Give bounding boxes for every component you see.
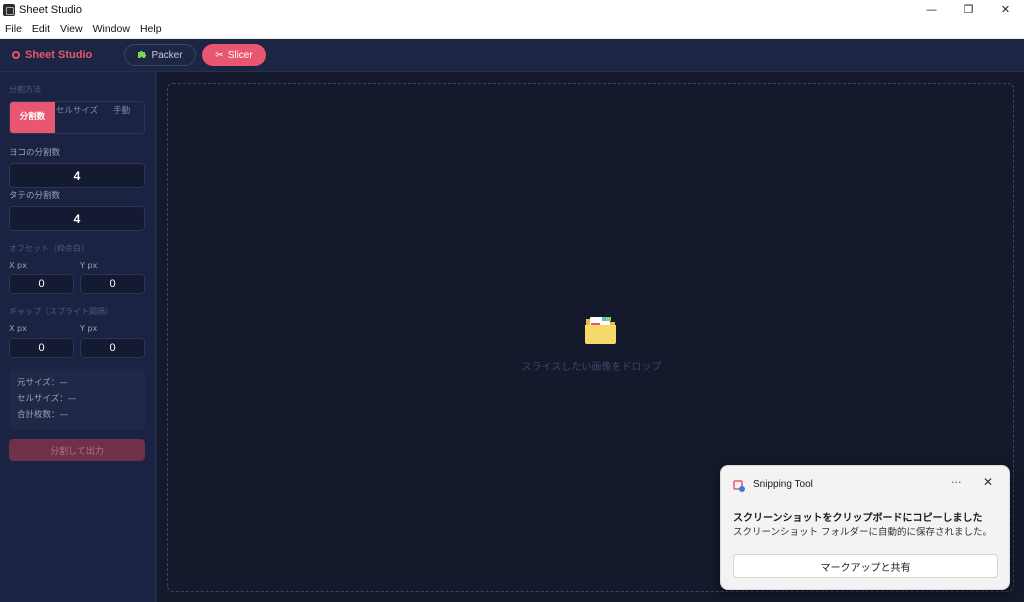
packer-mode-label: Packer xyxy=(151,49,183,61)
snipping-tool-notification: Snipping Tool ··· ✕ スクリーンショットをクリップボードにコピ… xyxy=(720,465,1010,590)
markup-share-button[interactable]: マークアップと共有 xyxy=(733,554,998,578)
app-icon xyxy=(3,3,15,16)
app-header: Sheet Studio Packer ✂ Slicer xyxy=(0,39,1024,72)
minimize-button[interactable]: — xyxy=(913,0,950,19)
title-bar: Sheet Studio — ❐ ✕ xyxy=(0,0,1024,19)
menu-window[interactable]: Window xyxy=(88,23,135,35)
slicer-mode-label: Slicer xyxy=(227,49,253,61)
notification-app-name: Snipping Tool xyxy=(753,479,813,490)
export-slices-button[interactable]: 分割して出力 xyxy=(9,439,145,461)
brand: Sheet Studio xyxy=(12,49,112,61)
offset-x-input[interactable]: 0 xyxy=(9,274,74,294)
gap-x-label: X px xyxy=(9,324,27,333)
rows-input[interactable]: 4 xyxy=(9,206,145,231)
window-title: Sheet Studio xyxy=(19,3,82,16)
restore-button[interactable]: ❐ xyxy=(950,0,987,19)
close-button[interactable]: ✕ xyxy=(987,0,1024,19)
menu-bar: File Edit View Window Help xyxy=(0,19,1024,39)
gap-label: ギャップ（スプライト間隔） xyxy=(9,307,113,316)
menu-edit[interactable]: Edit xyxy=(27,23,55,35)
gap-y-label: Y px xyxy=(80,324,98,333)
gap-x-input[interactable]: 0 xyxy=(9,338,74,358)
snipping-tool-icon xyxy=(733,478,746,492)
rows-label: タテの分割数 xyxy=(9,191,61,201)
cols-label: ヨコの分割数 xyxy=(9,148,61,158)
original-size-info: 元サイズ：— xyxy=(17,378,68,388)
offset-label: オフセット（枠余白） xyxy=(9,244,89,253)
offset-x-label: X px xyxy=(9,261,27,270)
split-method-label: 分割方法 xyxy=(9,85,41,94)
split-method-count[interactable]: 分割数 xyxy=(10,102,55,133)
slicer-mode-button[interactable]: ✂ Slicer xyxy=(202,44,266,66)
menu-view[interactable]: View xyxy=(55,23,88,35)
window-controls: — ❐ ✕ xyxy=(913,0,1024,19)
notification-close-icon[interactable]: ✕ xyxy=(983,475,993,489)
notification-header: Snipping Tool xyxy=(733,478,813,492)
offset-y-input[interactable]: 0 xyxy=(80,274,145,294)
cols-input[interactable]: 4 xyxy=(9,163,145,188)
cell-size-info: セルサイズ：— xyxy=(17,394,77,404)
slice-info-panel: 元サイズ：— セルサイズ：— 合計枚数：— xyxy=(9,369,145,430)
menu-file[interactable]: File xyxy=(0,23,27,35)
puzzle-icon xyxy=(137,49,147,62)
brand-name: Sheet Studio xyxy=(25,49,93,61)
brand-ring-icon xyxy=(12,51,20,59)
menu-help[interactable]: Help xyxy=(135,23,167,35)
gap-y-input[interactable]: 0 xyxy=(80,338,145,358)
folder-icon xyxy=(584,314,617,344)
split-method-cell-size[interactable]: セルサイズ xyxy=(55,102,100,133)
notification-title: スクリーンショットをクリップボードにコピーしました xyxy=(733,513,983,524)
split-method-manual[interactable]: 手動 xyxy=(99,102,144,133)
drop-hint-text: スライスしたい画像をドロップ xyxy=(521,362,662,373)
packer-mode-button[interactable]: Packer xyxy=(124,44,196,66)
notification-body: スクリーンショット フォルダーに自動的に保存されました。 xyxy=(733,527,993,538)
total-count-info: 合計枚数：— xyxy=(17,410,69,420)
split-method-selector: 分割数 セルサイズ 手動 xyxy=(9,101,145,134)
settings-sidebar: 分割方法 分割数 セルサイズ 手動 ヨコの分割数 4 タテの分割数 4 オフセッ… xyxy=(0,72,156,602)
offset-y-label: Y px xyxy=(80,261,98,270)
scissors-icon: ✂ xyxy=(215,49,224,61)
more-options-icon[interactable]: ··· xyxy=(951,476,962,489)
